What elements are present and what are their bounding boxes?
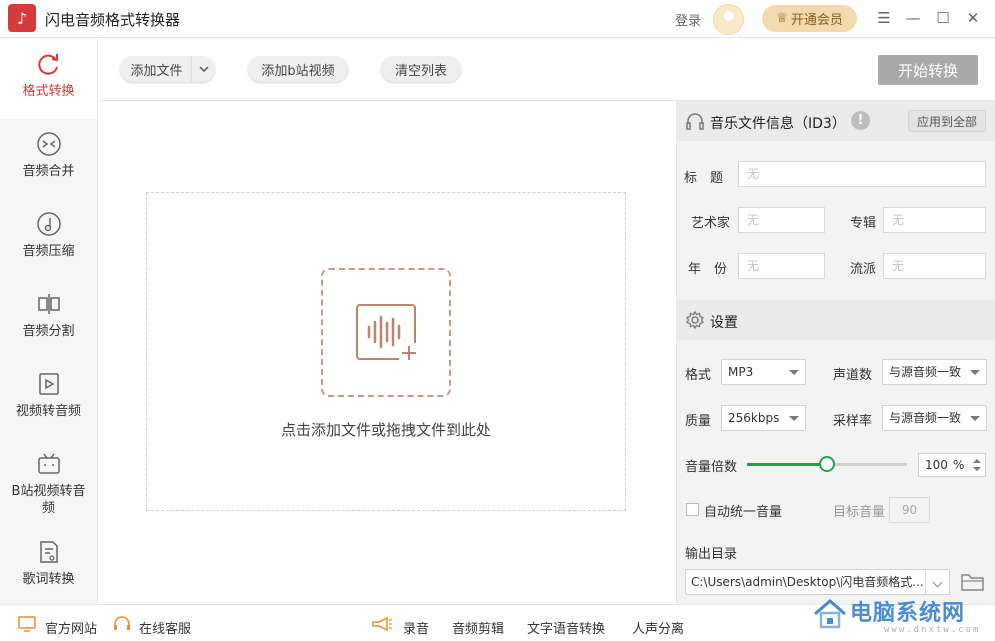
sidebar-item-audio-compress[interactable]: 音频压缩 [0,199,97,279]
quality-label: 质量 [685,414,712,429]
merge-icon [36,131,62,157]
sidebar-item-bilibili-to-audio[interactable]: B站视频转音频 [0,439,97,527]
chevron-down-icon[interactable] [191,56,215,82]
toolbar: 添加文件 添加b站视频 清空列表 开始转换 [99,39,995,101]
artist-field[interactable]: 无 [738,207,825,233]
title-label: 标 题 [684,171,724,186]
compress-icon [36,211,62,237]
minimize-icon[interactable]: — [903,7,923,29]
samplerate-select[interactable]: 与源音频一致 [882,405,987,431]
info-icon[interactable]: ! [851,111,870,130]
add-audio-icon[interactable] [321,268,451,397]
volume-label: 音量倍数 [685,460,738,475]
watermark: 电脑系统网 www.dnxtw.com [810,592,992,638]
album-label: 专辑 [850,216,877,231]
maximize-icon[interactable]: ☐ [933,7,953,29]
avatar[interactable] [713,4,744,35]
channels-label: 声道数 [833,368,873,383]
clear-list-button[interactable]: 清空列表 [381,56,461,82]
audio-edit-link[interactable]: 音频剪辑 [452,618,504,637]
tts-link[interactable]: 文字语音转换 [527,618,605,637]
chevron-down-icon [789,370,799,375]
watermark-text: 电脑系统网 [850,601,966,626]
auto-volume-checkbox[interactable] [686,503,699,516]
record-link[interactable]: 录音 [403,618,429,637]
stepper-down-icon[interactable] [973,467,981,471]
vip-button[interactable]: ♕ 开通会员 [762,5,857,32]
add-bilibili-button[interactable]: 添加b站视频 [248,56,348,82]
vip-button-label: 开通会员 [790,13,843,28]
lyrics-icon [36,539,62,565]
start-convert-button[interactable]: 开始转换 [878,55,978,85]
output-label: 输出目录 [685,547,738,562]
app-logo-icon: ♪ [8,4,36,32]
chevron-down-icon [970,416,980,421]
volume-slider-thumb[interactable] [819,456,835,472]
album-field[interactable]: 无 [883,207,986,233]
sidebar-item-audio-merge[interactable]: 音频合并 [0,119,97,199]
add-file-button[interactable]: 添加文件 [120,56,215,82]
gear-icon [685,310,705,334]
menu-icon[interactable]: ☰ [874,7,894,29]
refresh-icon [36,51,62,77]
genre-label: 流派 [850,262,877,277]
support-link[interactable]: 在线客服 [139,618,191,637]
target-volume-field[interactable]: 90 [889,497,930,523]
year-label: 年 份 [688,262,728,277]
chevron-down-icon [789,416,799,421]
artist-label: 艺术家 [691,216,731,231]
title-field[interactable]: 无 [738,161,986,187]
format-select[interactable]: MP3 [721,359,806,385]
genre-field[interactable]: 无 [883,253,986,279]
auto-volume-label: 自动统一音量 [704,505,783,520]
id3-title: 音乐文件信息（ID3） [710,116,846,132]
watermark-url: www.dnxtw.com [884,625,981,635]
sidebar-item-video-to-audio[interactable]: 视频转音频 [0,359,97,439]
vocal-separation-link[interactable]: 人声分离 [632,618,684,637]
house-logo-icon [814,599,846,629]
sidebar-item-format-convert[interactable]: 格式转换 [0,39,97,119]
monitor-icon [18,616,36,632]
target-volume-label: 目标音量 [833,505,886,520]
video-icon [36,371,62,397]
headset-icon [113,616,131,632]
megaphone-icon [371,616,393,632]
website-link[interactable]: 官方网站 [45,618,97,637]
chevron-down-icon [970,370,980,375]
bilibili-icon [36,451,62,477]
channels-select[interactable]: 与源音频一致 [882,359,987,385]
login-link[interactable]: 登录 [675,10,701,29]
year-field[interactable]: 无 [738,253,825,279]
drop-zone-hint: 点击添加文件或拖拽文件到此处 [280,421,491,439]
sidebar: 格式转换 音频合并 音频压缩 音频分割 视频转音频 B站视频转音频 歌词转换 [0,39,98,604]
chevron-down-icon[interactable] [925,570,949,594]
app-title: 闪电音频格式转换器 [45,11,181,29]
crown-icon: ♕ [776,11,788,26]
settings-title: 设置 [710,315,738,331]
id3-section-header: 音乐文件信息（ID3） ! 应用到全部 [676,101,995,141]
format-label: 格式 [685,368,712,383]
settings-section-header: 设置 [676,300,995,340]
sidebar-item-lyrics-convert[interactable]: 歌词转换 [0,527,97,607]
headphones-icon [685,111,705,135]
apply-all-button[interactable]: 应用到全部 [908,110,986,132]
samplerate-label: 采样率 [833,414,873,429]
quality-select[interactable]: 256kbps [721,405,806,431]
close-icon[interactable]: ✕ [963,7,983,29]
volume-slider-fill [747,463,827,466]
split-icon [36,291,62,317]
stepper-up-icon[interactable] [973,459,981,463]
title-bar: ♪ 闪电音频格式转换器 登录 ♕ 开通会员 ☰ — ☐ ✕ [0,0,995,38]
volume-stepper[interactable]: 100 % [918,453,986,477]
sidebar-item-audio-split[interactable]: 音频分割 [0,279,97,359]
